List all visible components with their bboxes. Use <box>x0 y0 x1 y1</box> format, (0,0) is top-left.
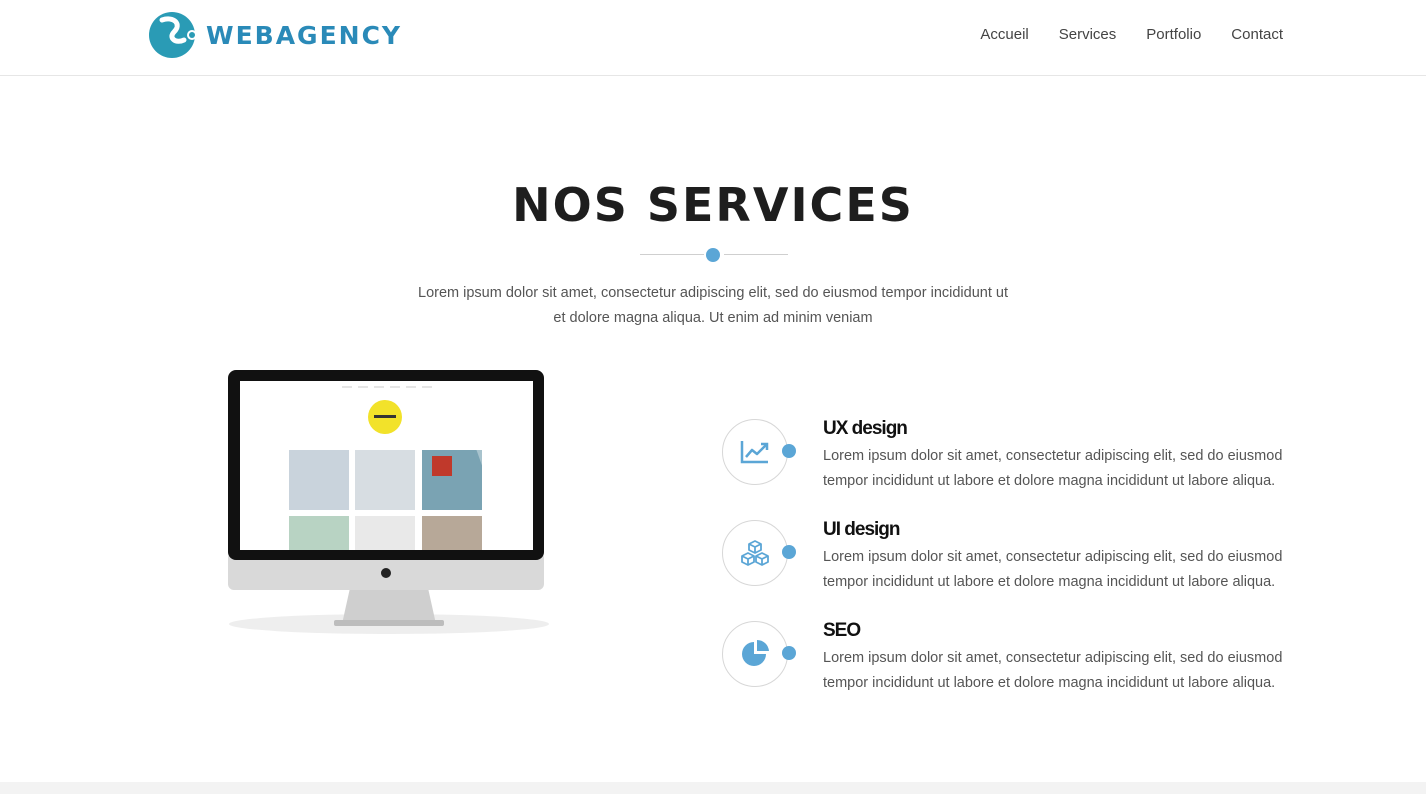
monitor-illustration <box>222 366 556 638</box>
section-intro: Lorem ipsum dolor sit amet, consectetur … <box>418 285 1008 326</box>
service-icon-circle <box>722 520 788 586</box>
nav-item-portfolio[interactable]: Portfolio <box>1146 24 1201 46</box>
logo-icon <box>149 12 197 58</box>
divider-line-left <box>640 254 704 255</box>
service-description: Lorem ipsum dolor sit amet, consectetur … <box>823 448 1283 489</box>
divider-dot <box>706 248 720 262</box>
section-title: NOS SERVICES <box>512 178 914 232</box>
service-ux-design: UX design Lorem ipsum dolor sit amet, co… <box>722 418 1283 509</box>
main-nav: Accueil Services Portfolio Contact <box>980 24 1283 46</box>
chart-line-icon <box>740 441 769 464</box>
service-name: SEO <box>823 620 861 641</box>
service-icon-circle <box>722 621 788 687</box>
nav-item-services[interactable]: Services <box>1059 24 1117 46</box>
service-connector-dot <box>782 444 796 458</box>
nav-item-accueil[interactable]: Accueil <box>980 24 1028 46</box>
title-divider <box>640 248 788 262</box>
divider-line-right <box>724 254 788 255</box>
footer-strip <box>0 782 1426 794</box>
service-description: Lorem ipsum dolor sit amet, consectetur … <box>823 549 1283 590</box>
logo-text: WEBAGENCY <box>206 20 403 50</box>
service-ui-design: UI design Lorem ipsum dolor sit amet, co… <box>722 519 1283 610</box>
cubes-icon <box>741 540 769 566</box>
service-name: UX design <box>823 418 908 439</box>
service-connector-dot <box>782 646 796 660</box>
pie-chart-icon <box>742 639 769 666</box>
logo[interactable]: WEBAGENCY <box>148 10 402 60</box>
nav-item-contact[interactable]: Contact <box>1231 24 1283 46</box>
service-name: UI design <box>823 519 901 540</box>
site-header: WEBAGENCY Accueil Services Portfolio Con… <box>0 0 1426 76</box>
service-seo: SEO Lorem ipsum dolor sit amet, consecte… <box>722 620 1283 711</box>
service-icon-circle <box>722 419 788 485</box>
service-description: Lorem ipsum dolor sit amet, consectetur … <box>823 650 1283 691</box>
service-connector-dot <box>782 545 796 559</box>
